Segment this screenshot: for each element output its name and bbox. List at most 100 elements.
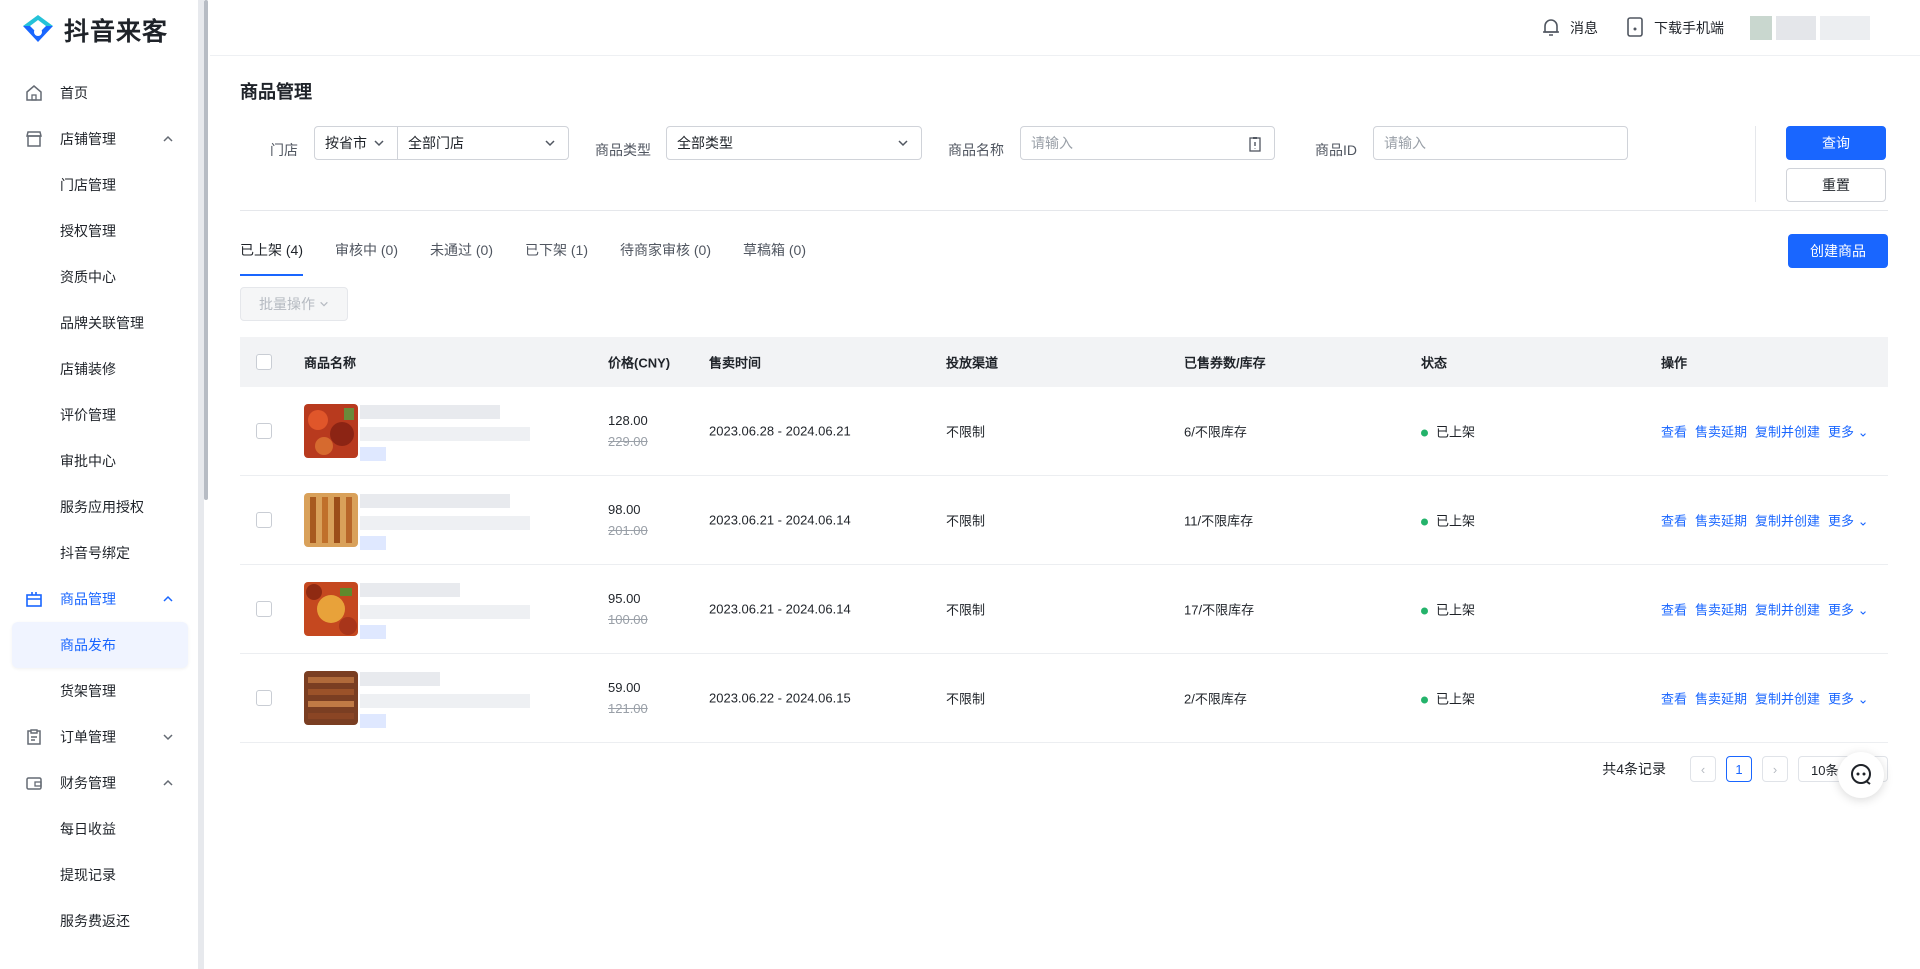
tab-reviewing[interactable]: 审核中 (0) — [335, 240, 398, 276]
row-checkbox[interactable] — [256, 690, 272, 706]
more-dropdown[interactable]: 更多 ⌄ — [1828, 689, 1869, 708]
original-price: 201.00 — [608, 523, 648, 538]
view-link[interactable]: 查看 — [1661, 511, 1687, 530]
user-account-avatar[interactable] — [1750, 14, 1880, 42]
messages-button[interactable]: 消息 — [1540, 16, 1598, 41]
sidebar-scrollbar[interactable] — [204, 0, 208, 500]
product-tag-redacted — [360, 625, 386, 639]
sidebar-item-label: 首页 — [60, 85, 88, 101]
current-price: 59.00 — [608, 680, 641, 695]
sidebar-subitem-reviews[interactable]: 评价管理 — [0, 392, 198, 438]
product-thumbnail[interactable] — [304, 493, 358, 547]
header-price: 价格(CNY) — [608, 355, 671, 371]
sidebar-subitem-authorization[interactable]: 授权管理 — [0, 208, 198, 254]
row-checkbox[interactable] — [256, 423, 272, 439]
tab-listed[interactable]: 已上架 (4) — [240, 240, 303, 276]
sale-period: 2023.06.21 - 2024.06.14 — [709, 512, 851, 528]
chat-bot-icon — [1848, 761, 1874, 790]
view-link[interactable]: 查看 — [1661, 600, 1687, 619]
phone-icon — [1624, 16, 1646, 41]
row-checkbox[interactable] — [256, 601, 272, 617]
page-number-button[interactable]: 1 — [1726, 756, 1752, 782]
top-actions: 消息 下载手机端 — [1540, 14, 1880, 42]
table-row: 59.00 121.00 2023.06.22 - 2024.06.15 不限制… — [240, 654, 1888, 743]
extend-sale-link[interactable]: 售卖延期 — [1695, 422, 1747, 441]
sidebar-subitem-decoration[interactable]: 店铺装修 — [0, 346, 198, 392]
extend-sale-link[interactable]: 售卖延期 — [1695, 511, 1747, 530]
copy-create-link[interactable]: 复制并创建 — [1755, 422, 1820, 441]
sidebar-subitem-approval[interactable]: 审批中心 — [0, 438, 198, 484]
more-dropdown[interactable]: 更多 ⌄ — [1828, 422, 1869, 441]
product-id-label: 商品ID — [1315, 142, 1357, 158]
app-name: 抖音来客 — [64, 18, 169, 46]
sidebar-item-store-management[interactable]: 店铺管理 — [0, 116, 198, 162]
sidebar-subitem-product-publish[interactable]: 商品发布 — [12, 622, 188, 668]
status-text: 已上架 — [1436, 691, 1476, 707]
product-thumbnail[interactable] — [304, 404, 358, 458]
channel: 不限制 — [946, 602, 986, 618]
sidebar-subitem-app-auth[interactable]: 服务应用授权 — [0, 484, 198, 530]
extend-sale-link[interactable]: 售卖延期 — [1695, 600, 1747, 619]
store-select[interactable]: 全部门店 — [397, 126, 569, 160]
sidebar-subitem-fee-return[interactable]: 服务费返还 — [0, 898, 198, 944]
channel: 不限制 — [946, 691, 986, 707]
douyin-laike-logo-icon — [20, 12, 56, 48]
query-button[interactable]: 查询 — [1786, 126, 1886, 160]
table-header: 商品名称 价格(CNY) 售卖时间 投放渠道 已售券数/库存 状态 操作 — [240, 337, 1888, 387]
customer-service-bot-button[interactable] — [1838, 752, 1884, 798]
header-status: 状态 — [1421, 355, 1448, 371]
tab-drafts[interactable]: 草稿箱 (0) — [743, 240, 806, 276]
create-product-button[interactable]: 创建商品 — [1788, 234, 1888, 268]
select-all-checkbox[interactable] — [256, 354, 272, 370]
sidebar-subitem-douyin-bind[interactable]: 抖音号绑定 — [0, 530, 198, 576]
sold-stock: 17/不限库存 — [1184, 602, 1255, 618]
tab-merchant-review[interactable]: 待商家审核 (0) — [620, 240, 711, 276]
row-checkbox[interactable] — [256, 512, 272, 528]
sidebar-item-order-management[interactable]: 订单管理 — [0, 714, 198, 760]
filter-divider — [1755, 126, 1756, 202]
status-dot-icon — [1421, 607, 1428, 615]
view-link[interactable]: 查看 — [1661, 689, 1687, 708]
sidebar-subitem-withdraw-records[interactable]: 提现记录 — [0, 852, 198, 898]
extend-sale-link[interactable]: 售卖延期 — [1695, 689, 1747, 708]
store-scope-select[interactable]: 按省市 — [314, 126, 398, 160]
product-type-select[interactable]: 全部类型 — [666, 126, 922, 160]
clipboard-input-icon[interactable] — [1248, 136, 1262, 155]
sidebar-item-finance-management[interactable]: 财务管理 — [0, 760, 198, 806]
next-page-button[interactable]: › — [1762, 756, 1788, 782]
app-logo[interactable]: 抖音来客 — [20, 12, 168, 48]
table-row: 98.00 201.00 2023.06.21 - 2024.06.14 不限制… — [240, 476, 1888, 565]
sidebar-item-product-management[interactable]: 商品管理 — [0, 576, 198, 622]
view-link[interactable]: 查看 — [1661, 422, 1687, 441]
product-thumbnail[interactable] — [304, 671, 358, 725]
store-scope-value: 按省市 — [325, 135, 367, 151]
product-thumbnail[interactable] — [304, 582, 358, 636]
product-name-redacted — [360, 405, 500, 419]
more-dropdown[interactable]: 更多 ⌄ — [1828, 600, 1869, 619]
sidebar-subitem-qualification[interactable]: 资质中心 — [0, 254, 198, 300]
copy-create-link[interactable]: 复制并创建 — [1755, 511, 1820, 530]
product-name-input[interactable]: 请输入 — [1020, 126, 1275, 160]
status-dot-icon — [1421, 429, 1428, 437]
more-dropdown[interactable]: 更多 ⌄ — [1828, 511, 1869, 530]
reset-button[interactable]: 重置 — [1786, 168, 1886, 202]
sidebar-subitem-store[interactable]: 门店管理 — [0, 162, 198, 208]
sidebar-item-home[interactable]: 首页 — [0, 70, 198, 116]
row-actions: 查看 售卖延期 复制并创建 更多 ⌄ — [1661, 511, 1869, 530]
product-name-label: 商品名称 — [948, 142, 1004, 158]
sidebar-subitem-shelf[interactable]: 货架管理 — [0, 668, 198, 714]
section-divider — [240, 210, 1888, 211]
sidebar-subitem-daily-income[interactable]: 每日收益 — [0, 806, 198, 852]
page-size-value: 10条 — [1811, 762, 1839, 778]
more-label: 更多 — [1828, 513, 1855, 529]
tab-delisted[interactable]: 已下架 (1) — [525, 240, 588, 276]
download-app-button[interactable]: 下载手机端 — [1624, 16, 1724, 41]
status-text: 已上架 — [1436, 424, 1476, 440]
batch-operation-button[interactable]: 批量操作 — [240, 287, 348, 321]
copy-create-link[interactable]: 复制并创建 — [1755, 600, 1820, 619]
tab-rejected[interactable]: 未通过 (0) — [430, 240, 493, 276]
sidebar-subitem-brand[interactable]: 品牌关联管理 — [0, 300, 198, 346]
copy-create-link[interactable]: 复制并创建 — [1755, 689, 1820, 708]
product-id-input[interactable]: 请输入 — [1373, 126, 1628, 160]
prev-page-button[interactable]: ‹ — [1690, 756, 1716, 782]
